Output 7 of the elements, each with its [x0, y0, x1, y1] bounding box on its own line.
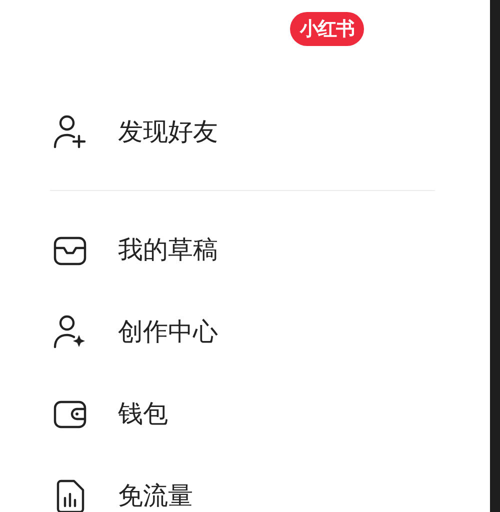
add-user-icon — [52, 114, 88, 150]
menu-item[interactable]: 我的草稿 — [118, 231, 218, 269]
menu-item[interactable]: 免流量 — [118, 477, 193, 512]
app-logo: 小红书 — [290, 12, 364, 46]
menu-item[interactable]: 发现好友 — [118, 113, 218, 151]
menu-item[interactable]: 创作中心 — [118, 313, 218, 351]
menu-item[interactable]: 钱包 — [118, 395, 168, 433]
